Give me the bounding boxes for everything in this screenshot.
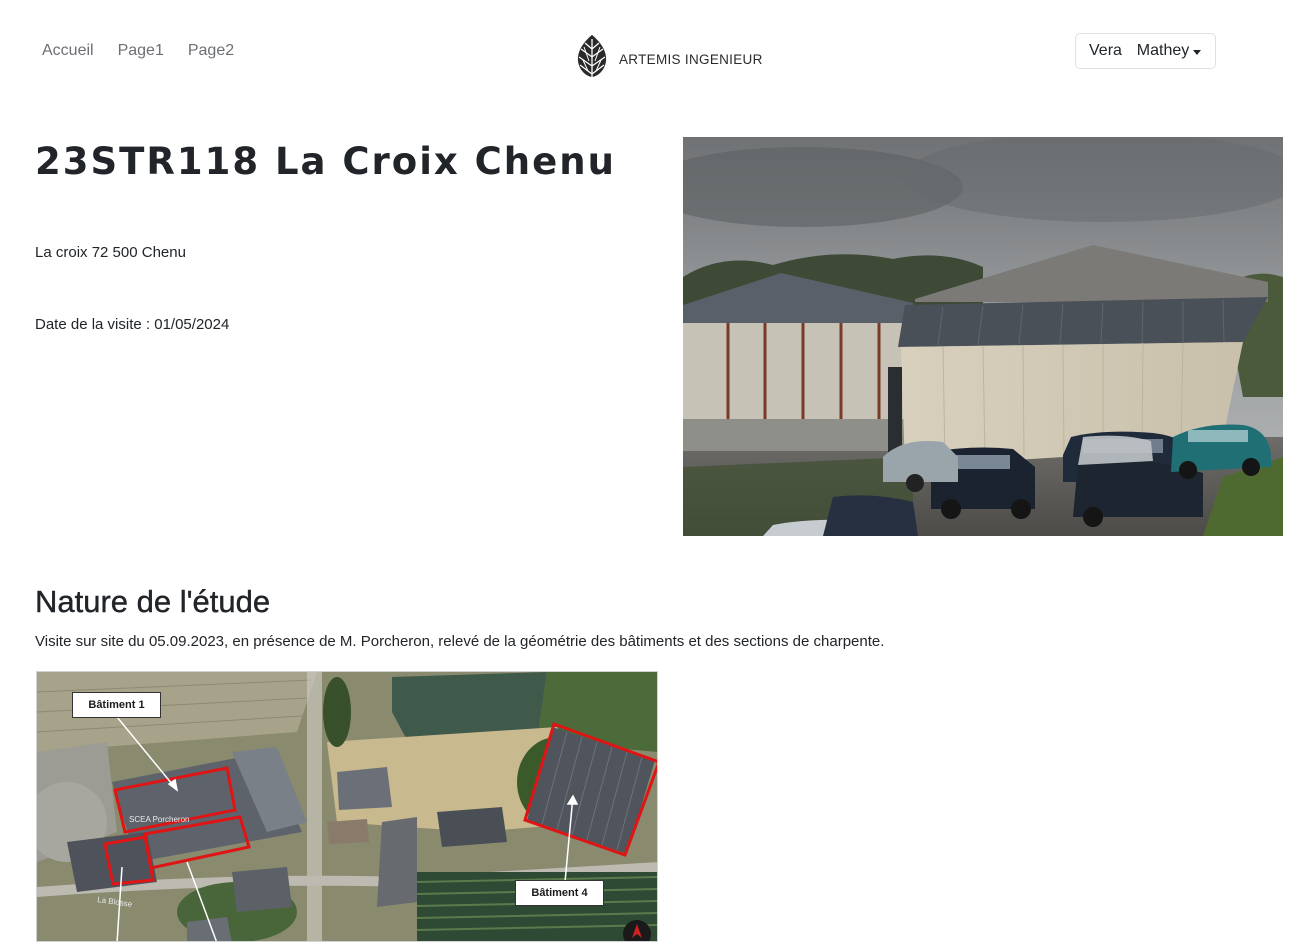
user-name: Vera Mathey xyxy=(1089,42,1190,59)
visit-date: Date de la visite : 01/05/2024 xyxy=(35,316,229,333)
page: Accueil Page1 Page2 ARTEMIS INGENIEUR Ve… xyxy=(0,0,1315,942)
visit-date-label: Date de la visite : xyxy=(35,316,155,333)
nav-link-page2[interactable]: Page2 xyxy=(176,42,246,60)
site-photo-illustration xyxy=(683,137,1283,536)
project-address: La croix 72 500 Chenu xyxy=(35,244,186,261)
user-menu-dropdown[interactable]: Vera Mathey xyxy=(1075,33,1216,69)
farm-label: SCEA Porcheron xyxy=(129,815,189,824)
nav-link-accueil[interactable]: Accueil xyxy=(30,42,106,60)
section-heading-nature: Nature de l'étude xyxy=(35,584,271,619)
aerial-map-image: SCEA Porcheron La Blosse Bâtiment 1 Bâti… xyxy=(36,671,658,942)
map-label-batiment-1: Bâtiment 1 xyxy=(72,692,161,718)
nav-link-page1[interactable]: Page1 xyxy=(106,42,176,60)
brand[interactable]: ARTEMIS INGENIEUR xyxy=(575,33,763,79)
brand-name: ARTEMIS INGENIEUR xyxy=(619,51,763,67)
visit-date-value: 01/05/2024 xyxy=(154,316,230,333)
pine-cone-logo-icon xyxy=(577,35,607,77)
main-nav: Accueil Page1 Page2 xyxy=(30,42,246,60)
project-title: 23STR118 La Croix Chenu xyxy=(35,140,616,183)
map-label-batiment-4: Bâtiment 4 xyxy=(515,880,604,906)
caret-down-icon xyxy=(1193,50,1201,55)
study-description: Visite sur site du 05.09.2023, en présen… xyxy=(35,633,885,650)
site-photo xyxy=(683,137,1283,536)
